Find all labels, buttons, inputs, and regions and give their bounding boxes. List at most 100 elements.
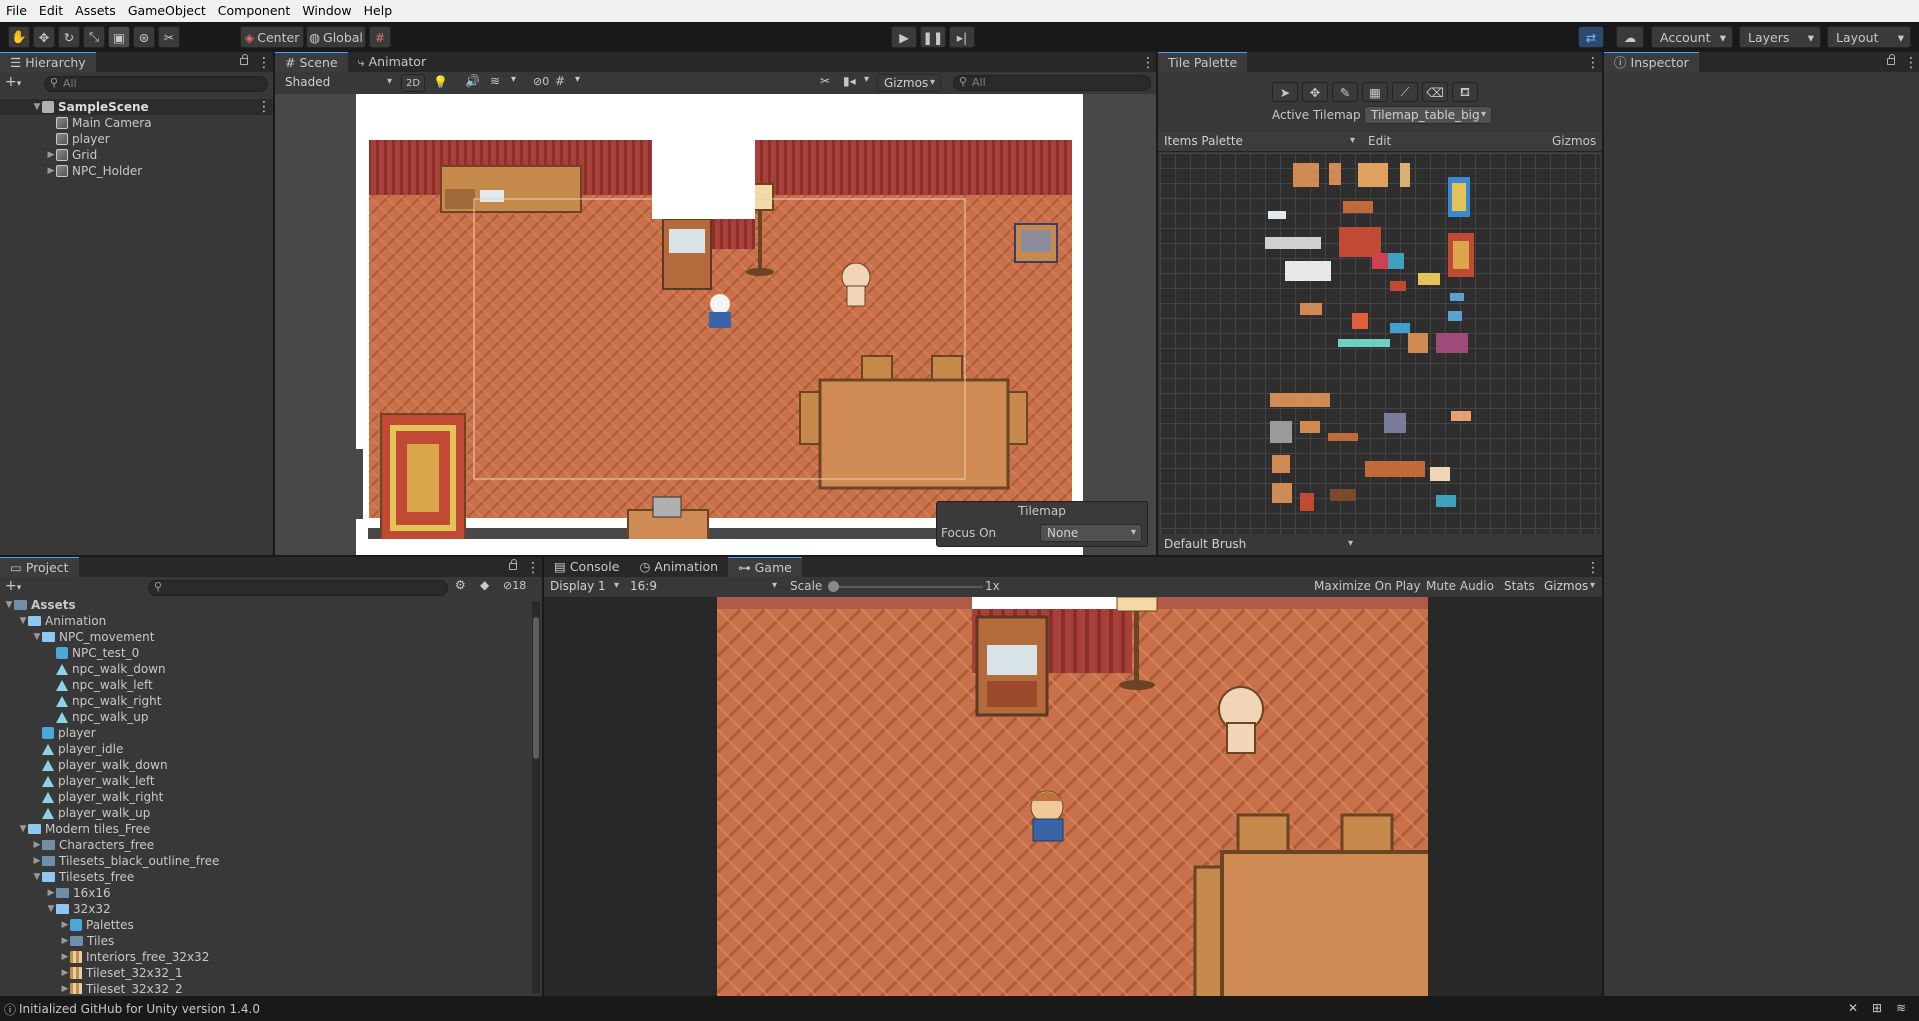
project-tree[interactable]: ▼ Assets ▼ Animation ▼ NPC_movement NPC_test_0… <box>0 597 530 994</box>
chevron-right-icon[interactable]: ▶ <box>46 147 56 163</box>
search-by-label-icon[interactable]: ◆ <box>480 578 489 592</box>
scene-viewport[interactable] <box>275 94 1156 555</box>
hierarchy-scene-row[interactable]: ▼ SampleScene <box>0 99 273 115</box>
chevron-right-icon[interactable]: ▶ <box>46 163 56 179</box>
search-by-type-icon[interactable]: ⚙ <box>455 578 466 592</box>
menu-item-edit[interactable]: Edit <box>33 0 69 22</box>
menu-item-gameobject[interactable]: GameObject <box>122 0 212 22</box>
palette-dropdown[interactable]: Items Palette <box>1158 133 1360 151</box>
chevron-down-icon[interactable]: ▼ <box>4 597 14 613</box>
menu-item-window[interactable]: Window <box>296 0 357 22</box>
effects-icon[interactable]: ≋ <box>490 74 500 88</box>
game-viewport[interactable] <box>717 597 1428 996</box>
tab-console[interactable]: ▤ Console <box>544 557 629 577</box>
tab-game[interactable]: ⊶ Game <box>728 557 802 577</box>
more-icon[interactable]: ⋮ <box>1141 56 1155 70</box>
project-item[interactable]: ▶ Tilesets_black_outline_free <box>0 853 530 869</box>
grid-toggle-icon[interactable]: # <box>555 74 565 88</box>
hierarchy-item[interactable]: ▶ Grid <box>0 147 273 163</box>
fill-tool-button[interactable]: ⛾ <box>1452 82 1478 102</box>
project-item[interactable]: ▼ 32x32 <box>0 901 530 917</box>
project-item[interactable]: npc_walk_up <box>0 709 530 725</box>
project-item[interactable]: ▼ NPC_movement <box>0 629 530 645</box>
project-item[interactable]: npc_walk_left <box>0 677 530 693</box>
custom-tool-button[interactable]: ✂ <box>158 26 180 48</box>
menu-item-help[interactable]: Help <box>358 0 399 22</box>
lock-icon[interactable] <box>240 54 248 65</box>
more-icon[interactable]: ⋮ <box>1586 56 1600 70</box>
project-item[interactable]: npc_walk_down <box>0 661 530 677</box>
more-icon[interactable]: ⋮ <box>526 561 540 575</box>
pivot-global-button[interactable]: ◍ Global <box>306 26 366 48</box>
shading-dropdown[interactable]: Shaded <box>279 74 397 92</box>
tools-icon[interactable]: ✂ <box>820 74 830 88</box>
box-fill-tool-button[interactable]: ▦ <box>1362 82 1388 102</box>
focus-dropdown[interactable]: None <box>1040 524 1142 542</box>
move-tool-button[interactable]: ✥ <box>33 26 55 48</box>
chevron-right-icon[interactable]: ▶ <box>60 933 70 949</box>
project-item[interactable]: NPC_test_0 <box>0 645 530 661</box>
cloud-button[interactable]: ☁ <box>1616 26 1644 48</box>
hidden-objects-toggle[interactable]: ⊘0 <box>533 75 549 88</box>
step-button[interactable]: ▸| <box>949 26 975 48</box>
debug-icon[interactable]: ✕ <box>1848 1001 1858 1015</box>
chevron-down-icon[interactable]: ▼ <box>18 821 28 837</box>
more-icon[interactable]: ⋮ <box>1904 56 1918 70</box>
chevron-down-icon[interactable]: ▼ <box>32 869 42 885</box>
scrollbar-thumb[interactable] <box>533 617 539 759</box>
project-item[interactable]: player_walk_down <box>0 757 530 773</box>
scale-slider[interactable] <box>828 581 983 592</box>
project-item[interactable]: ▼ Assets <box>0 597 530 613</box>
camera-icon[interactable]: ▮◂ <box>843 74 856 88</box>
layout-dropdown[interactable]: Layout ▾ <box>1827 26 1911 48</box>
select-tool-button[interactable]: ➤ <box>1272 82 1298 102</box>
add-button[interactable]: +▾ <box>5 74 21 90</box>
layers-dropdown[interactable]: Layers ▾ <box>1739 26 1821 48</box>
chevron-right-icon[interactable]: ▶ <box>60 917 70 933</box>
project-search-input[interactable] <box>148 580 448 596</box>
chevron-down-icon[interactable]: ▼ <box>32 629 42 645</box>
edit-palette-button[interactable]: Edit <box>1364 134 1395 148</box>
move-tool-button[interactable]: ✥ <box>1302 82 1328 102</box>
chevron-down-icon[interactable]: ▼ <box>46 901 56 917</box>
project-item[interactable]: ▼ Animation <box>0 613 530 629</box>
scale-tool-button[interactable]: ⤡ <box>83 26 105 48</box>
menu-item-file[interactable]: File <box>0 0 33 22</box>
bake-icon[interactable]: ⊞ <box>1872 1001 1882 1015</box>
more-icon[interactable]: ⋮ <box>1586 561 1600 575</box>
eraser-tool-button[interactable]: ⌫ <box>1422 82 1448 102</box>
brush-dropdown[interactable]: Default Brush <box>1158 536 1358 554</box>
create-button[interactable]: +▾ <box>5 578 21 594</box>
chevron-down-icon[interactable]: ▾ <box>864 74 869 85</box>
tab-scene[interactable]: # Scene <box>275 52 348 72</box>
picker-tool-button[interactable]: ⟋ <box>1392 82 1418 102</box>
collab-button[interactable]: ⇄ <box>1578 26 1604 48</box>
tab-inspector[interactable]: ⓘ Inspector <box>1604 52 1699 72</box>
chevron-right-icon[interactable]: ▶ <box>60 965 70 981</box>
palette-grid[interactable] <box>1160 153 1600 534</box>
chevron-down-icon[interactable]: ▾ <box>575 74 580 85</box>
project-item[interactable]: npc_walk_right <box>0 693 530 709</box>
lock-icon[interactable] <box>509 559 517 570</box>
paint-tool-button[interactable]: ✎ <box>1332 82 1358 102</box>
chevron-down-icon[interactable]: ▾ <box>511 74 516 85</box>
project-item[interactable]: ▶ Palettes <box>0 917 530 933</box>
project-scrollbar[interactable] <box>532 601 540 993</box>
pause-button[interactable]: ❚❚ <box>920 26 946 48</box>
hidden-packages-toggle[interactable]: ⊘18 <box>503 579 526 592</box>
snap-button[interactable]: # <box>369 26 391 48</box>
lock-icon[interactable] <box>1887 54 1895 65</box>
tab-project[interactable]: ▭ Project <box>0 557 79 577</box>
hierarchy-search-input[interactable]: All <box>44 76 268 92</box>
transform-tool-button[interactable]: ⊛ <box>133 26 155 48</box>
maximize-on-play-toggle[interactable]: Maximize On Play <box>1310 579 1425 593</box>
project-item[interactable]: ▶ 16x16 <box>0 885 530 901</box>
project-item[interactable]: player_idle <box>0 741 530 757</box>
palette-gizmos-button[interactable]: Gizmos <box>1552 134 1596 148</box>
account-dropdown[interactable]: Account ▾ <box>1651 26 1733 48</box>
audio-icon[interactable]: 🔊 <box>465 74 480 88</box>
activity-icon[interactable]: ≋ <box>1896 1001 1906 1015</box>
project-item[interactable]: player <box>0 725 530 741</box>
scene-more-icon[interactable]: ⋮ <box>257 100 271 114</box>
display-dropdown[interactable]: Display 1 <box>544 578 624 596</box>
